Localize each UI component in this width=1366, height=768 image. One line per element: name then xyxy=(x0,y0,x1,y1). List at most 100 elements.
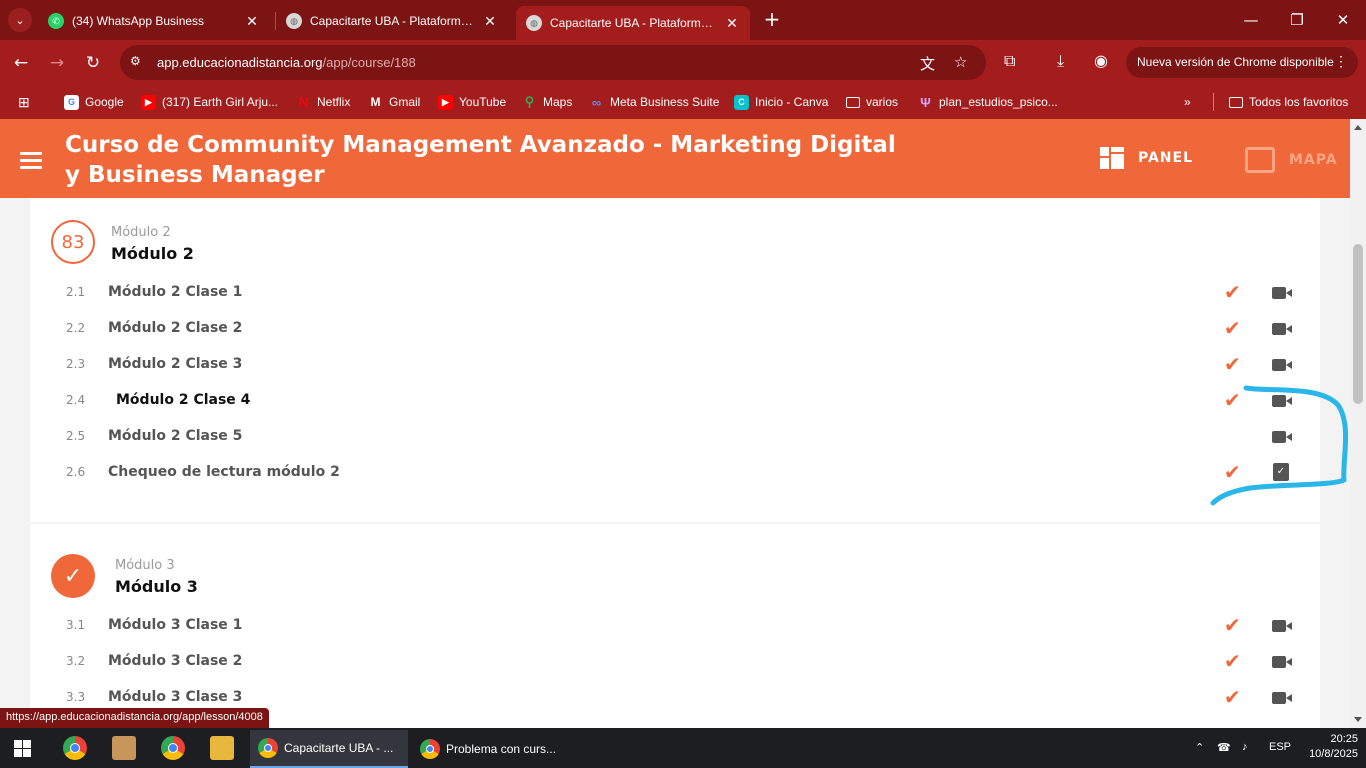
lesson-number: 2.2 xyxy=(66,321,86,335)
file-explorer-icon[interactable] xyxy=(210,736,234,760)
back-arrow-icon[interactable]: ← xyxy=(8,50,34,76)
scroll-down-arrow-icon[interactable] xyxy=(1354,717,1362,722)
tab-whatsapp[interactable]: ✆ (34) WhatsApp Business ✕ xyxy=(38,6,270,36)
bookmark-folder-varios[interactable]: varios xyxy=(846,93,898,111)
chrome-profile-taskbar-icon[interactable] xyxy=(161,736,185,760)
restore-icon[interactable]: ❐ xyxy=(1274,6,1320,34)
menu-dots-icon[interactable]: ⋮ xyxy=(1334,53,1348,70)
lesson-label[interactable]: Módulo 2 Clase 5 xyxy=(108,428,242,444)
bookmarks-separator xyxy=(1213,93,1214,111)
lesson-label[interactable]: Módulo 2 Clase 4 xyxy=(116,392,250,408)
bookmark-meta[interactable]: ∞ Meta Business Suite xyxy=(589,93,720,111)
url-text[interactable]: app.educacionadistancia.org/app/course/1… xyxy=(157,55,416,70)
volume-icon[interactable]: ♪ xyxy=(1242,741,1248,753)
tab-capacitarte-active[interactable]: ◍ Capacitarte UBA - Plataforma de ✕ xyxy=(516,6,750,40)
lesson-label[interactable]: Módulo 3 Clase 3 xyxy=(108,689,242,705)
whatsapp-icon: ✆ xyxy=(48,13,64,29)
lesson-row[interactable]: 2.2 Módulo 2 Clase 2 ✔ xyxy=(30,313,1320,349)
lesson-number: 2.3 xyxy=(66,357,86,371)
tab-search-chevron-icon[interactable]: ⌄ xyxy=(8,8,32,32)
bookmark-label: Google xyxy=(85,95,124,109)
bookmark-plan-estudios[interactable]: Ψ plan_estudios_psico... xyxy=(918,93,1058,111)
lesson-row-current[interactable]: 2.4 Módulo 2 Clase 4 ✔ xyxy=(30,385,1320,421)
module-title[interactable]: Módulo 3 xyxy=(115,577,198,596)
close-window-icon[interactable]: ✕ xyxy=(1320,6,1366,34)
close-icon[interactable]: ✕ xyxy=(244,13,260,30)
lesson-row[interactable]: 2.3 Módulo 2 Clase 3 ✔ xyxy=(30,349,1320,385)
lesson-row[interactable]: 2.5 Módulo 2 Clase 5 xyxy=(30,421,1320,457)
hamburger-menu-icon[interactable] xyxy=(20,152,42,169)
lesson-number: 3.3 xyxy=(66,690,86,704)
bookmark-google[interactable]: G Google xyxy=(64,93,124,111)
bookmark-gmail[interactable]: M Gmail xyxy=(368,93,421,111)
clock-date: 10/8/2025 xyxy=(1309,748,1358,760)
new-tab-plus-icon[interactable]: + xyxy=(760,8,784,32)
bookmark-star-icon[interactable]: ☆ xyxy=(954,53,967,71)
bookmark-label: YouTube xyxy=(459,95,507,109)
chrome-update-button[interactable]: Nueva versión de Chrome disponible ⋮ xyxy=(1126,47,1358,78)
module-subtitle: Módulo 3 xyxy=(115,558,175,573)
course-title-line1: Curso de Community Management Avanzado -… xyxy=(65,132,896,158)
scroll-thumb[interactable] xyxy=(1353,244,1363,404)
canva-icon: C xyxy=(734,94,749,110)
bookmark-label: Todos los favoritos xyxy=(1249,95,1349,109)
site-settings-icon[interactable]: ⚙ xyxy=(130,54,141,68)
download-icon[interactable]: ⤓ xyxy=(1057,51,1064,71)
checkmark-icon: ✔ xyxy=(1224,613,1241,637)
scroll-up-arrow-icon[interactable] xyxy=(1354,125,1362,130)
lesson-label[interactable]: Módulo 3 Clase 2 xyxy=(108,653,242,669)
lesson-label[interactable]: Módulo 2 Clase 1 xyxy=(108,284,242,300)
translate-icon[interactable]: 文 xyxy=(920,53,935,74)
more-bookmarks-chevron-icon[interactable]: » xyxy=(1184,93,1191,111)
bookmark-maps[interactable]: ⚲ Maps xyxy=(522,93,573,111)
status-bar-link: https://app.educacionadistancia.org/app/… xyxy=(0,708,269,728)
address-bar[interactable]: ⚙ app.educacionadistancia.org/app/course… xyxy=(120,45,986,80)
bookmark-netflix[interactable]: N Netflix xyxy=(296,93,350,111)
extensions-icon[interactable]: ⧉ xyxy=(1004,51,1015,71)
language-indicator[interactable]: ESP xyxy=(1269,741,1291,753)
profile-icon[interactable]: ◉ xyxy=(1094,51,1108,70)
lesson-row[interactable]: 3.2 Módulo 3 Clase 2 ✔ xyxy=(30,646,1320,682)
page-scrollbar[interactable] xyxy=(1350,119,1366,728)
checkmark-icon: ✔ xyxy=(1224,388,1241,412)
tab-title: Capacitarte UBA - Plataforma de xyxy=(310,14,476,28)
minimize-icon[interactable]: — xyxy=(1228,6,1274,34)
chrome-taskbar-icon[interactable] xyxy=(63,736,87,760)
panel-button[interactable]: PANEL xyxy=(1100,147,1193,169)
lesson-label[interactable]: Chequeo de lectura módulo 2 xyxy=(108,464,340,480)
taskbar-window-problema[interactable]: Problema con curs... xyxy=(412,730,570,768)
tab-capacitarte-1[interactable]: ◍ Capacitarte UBA - Plataforma de ✕ xyxy=(276,6,508,36)
lesson-label[interactable]: Módulo 2 Clase 2 xyxy=(108,320,242,336)
system-clock[interactable]: 20:25 10/8/2025 xyxy=(1302,732,1358,762)
bookmark-youtube[interactable]: ▶ YouTube xyxy=(438,93,506,111)
close-icon[interactable]: ✕ xyxy=(482,13,498,30)
lesson-label[interactable]: Módulo 2 Clase 3 xyxy=(108,356,242,372)
taskbar-window-label: Capacitarte UBA - ... xyxy=(284,741,394,755)
globe-icon: ◍ xyxy=(526,15,542,31)
map-icon xyxy=(1245,147,1275,173)
forward-arrow-icon[interactable]: → xyxy=(44,50,70,76)
folder-icon xyxy=(1229,96,1243,108)
checkmark-icon: ✔ xyxy=(1224,316,1241,340)
windows-start-icon[interactable] xyxy=(14,740,31,757)
lesson-label[interactable]: Módulo 3 Clase 1 xyxy=(108,617,242,633)
dashboard-grid-icon xyxy=(1100,147,1124,169)
close-icon[interactable]: ✕ xyxy=(724,15,740,32)
bookmark-earth-girl[interactable]: ▶ (317) Earth Girl Arju... xyxy=(141,93,278,111)
tray-chevron-up-icon[interactable]: ⌃ xyxy=(1195,741,1204,754)
course-title: Curso de Community Management Avanzado -… xyxy=(65,130,945,190)
all-bookmarks-folder[interactable]: Todos los favoritos xyxy=(1229,93,1348,111)
mapa-button[interactable]: MAPA xyxy=(1245,147,1338,173)
reload-icon[interactable]: ↻ xyxy=(80,50,106,76)
apps-grid-icon[interactable]: ⊞ xyxy=(18,93,30,111)
youtube-icon: ▶ xyxy=(438,94,453,110)
lesson-row[interactable]: 3.1 Módulo 3 Clase 1 ✔ xyxy=(30,610,1320,646)
bookmarks-bar: ⊞ G Google ▶ (317) Earth Girl Arju... N … xyxy=(0,85,1366,119)
module-title[interactable]: Módulo 2 xyxy=(111,244,194,263)
taskbar-window-capacitarte[interactable]: Capacitarte UBA - ... xyxy=(250,730,408,768)
app-taskbar-icon[interactable] xyxy=(112,736,136,760)
network-icon[interactable]: ☎ xyxy=(1217,741,1231,754)
lesson-row[interactable]: 2.1 Módulo 2 Clase 1 ✔ xyxy=(30,277,1320,313)
bookmark-canva[interactable]: C Inicio - Canva xyxy=(734,93,828,111)
lesson-row[interactable]: 2.6 Chequeo de lectura módulo 2 ✔ ✓ xyxy=(30,457,1320,493)
